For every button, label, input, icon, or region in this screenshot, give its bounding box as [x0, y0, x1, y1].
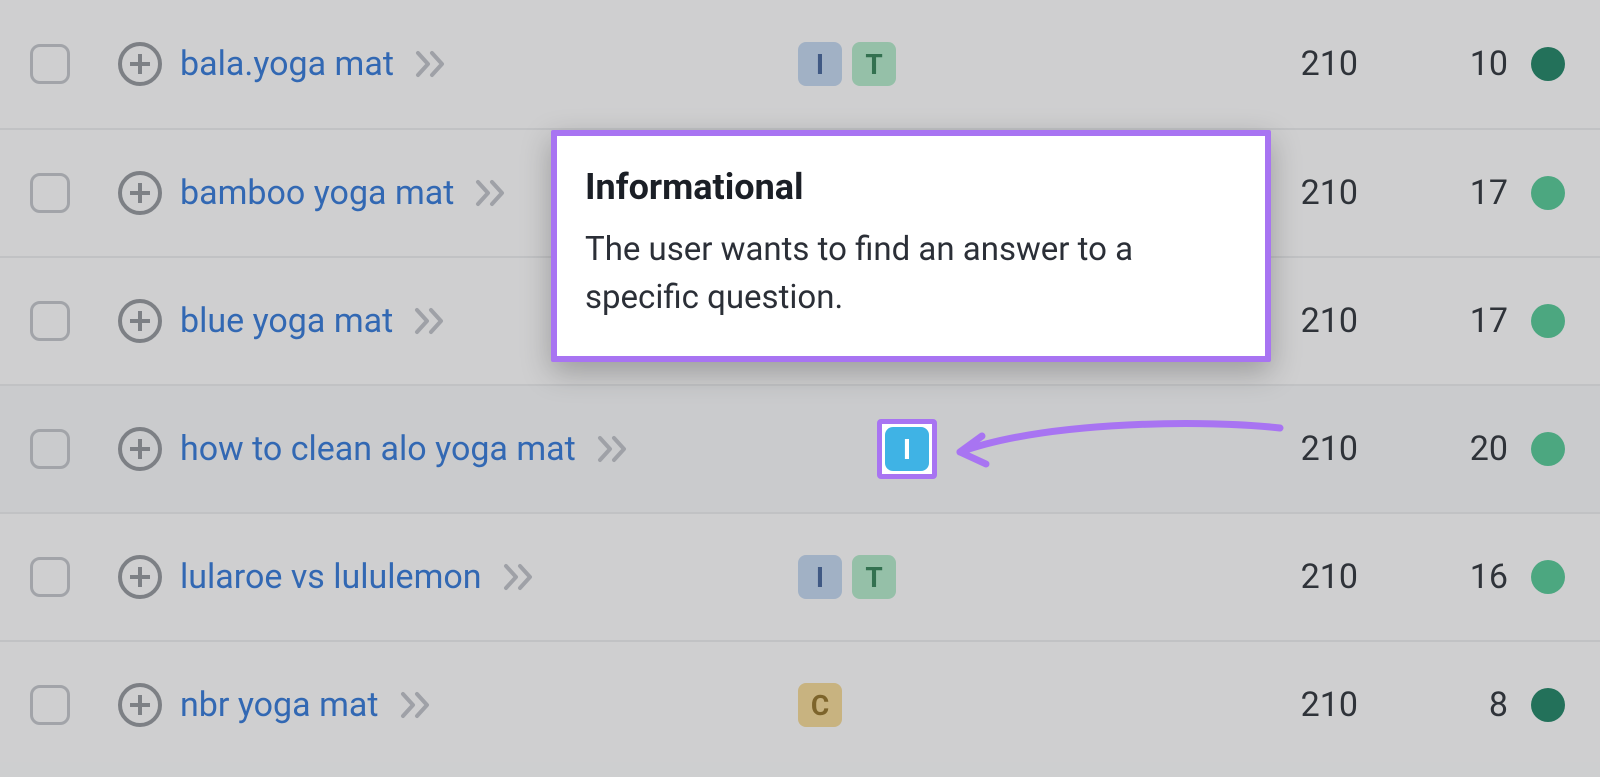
- annotation-arrow-icon: [930, 410, 1290, 490]
- tooltip-title: Informational: [585, 166, 1237, 208]
- intent-tooltip: Informational The user wants to find an …: [551, 130, 1271, 362]
- intent-badge-i[interactable]: I: [885, 427, 929, 471]
- screen-dim-overlay: [0, 0, 1600, 777]
- intent-badge-highlight[interactable]: I: [877, 419, 937, 479]
- tooltip-body: The user wants to find an answer to a sp…: [585, 226, 1237, 322]
